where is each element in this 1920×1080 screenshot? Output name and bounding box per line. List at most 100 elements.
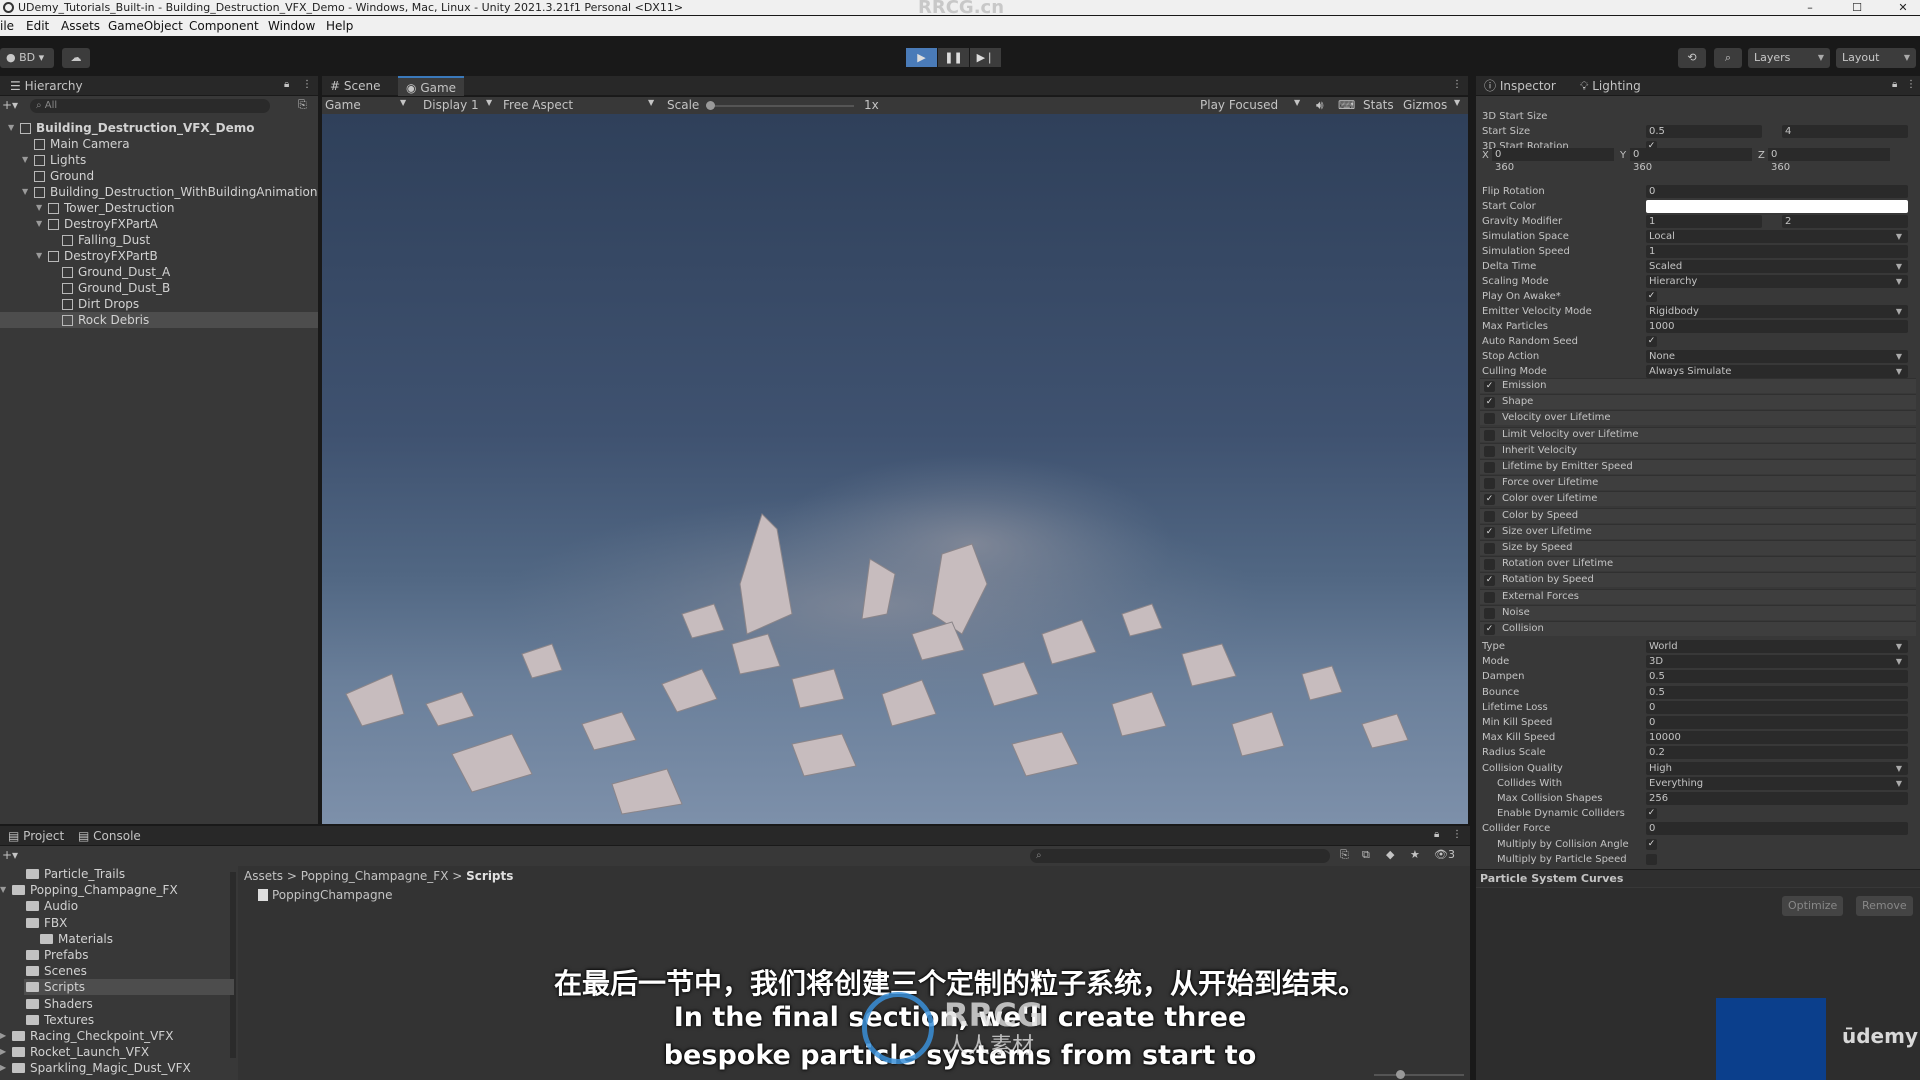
gizmos-button[interactable]: Gizmos [1403, 98, 1447, 112]
module-toggle-checkbox[interactable]: ✓ [1484, 575, 1495, 587]
rotation-z-field[interactable]: 0 [1768, 148, 1890, 161]
module-header[interactable]: ✓ Rotation by Speed [1480, 572, 1916, 588]
module-toggle-checkbox[interactable] [1484, 413, 1495, 425]
more-icon[interactable]: ⋮ [1452, 79, 1462, 90]
menu-gameobject[interactable]: GameObject [108, 19, 183, 33]
hierarchy-item[interactable]: ▼ DestroyFXPartA [0, 216, 318, 232]
tab-hierarchy[interactable]: ☰ Hierarchy [2, 76, 91, 96]
field-value[interactable]: None ▼ [1646, 350, 1908, 363]
expand-arrow-icon[interactable]: ▶ [0, 1028, 6, 1044]
search-icon[interactable]: ⌕ [1714, 48, 1742, 68]
field-checkbox[interactable]: ✓ [1646, 291, 1657, 302]
game-mode-dropdown[interactable]: Game [325, 98, 361, 112]
module-header[interactable]: Inherit Velocity [1480, 442, 1916, 458]
lock-icon[interactable]: 🔒︎ [1892, 79, 1897, 90]
field-checkbox[interactable]: ✓ [1646, 808, 1657, 820]
breadcrumb-popping-champagne[interactable]: Popping_Champagne_FX [301, 869, 449, 883]
rotation-x-field[interactable]: 0 [1492, 148, 1614, 161]
project-folder[interactable]: Prefabs [24, 947, 234, 963]
project-folder[interactable]: FBX [24, 915, 234, 931]
project-search-input[interactable]: ⌕ [1030, 849, 1330, 863]
breadcrumb-scripts[interactable]: Scripts [466, 869, 513, 883]
step-icon[interactable]: ▶❘ [970, 48, 1001, 67]
expand-arrow-icon[interactable]: ▼ [8, 120, 14, 136]
rotation-y-field[interactable]: 0 [1630, 148, 1752, 161]
menu-file[interactable]: ile [0, 19, 14, 33]
menu-assets[interactable]: Assets [61, 19, 100, 33]
project-folder[interactable]: ▼ Popping_Champagne_FX [0, 882, 220, 898]
field-value[interactable]: Scaled ▼ [1646, 260, 1908, 273]
module-header[interactable]: ✓ Shape [1480, 394, 1916, 410]
module-toggle-checkbox[interactable]: ✓ [1484, 381, 1495, 392]
module-header[interactable]: ✓ Emission [1480, 378, 1916, 393]
field-value[interactable]: 10000 [1646, 731, 1908, 745]
field-value[interactable]: 1 [1646, 215, 1762, 228]
tab-console[interactable]: ▤ Console [70, 826, 149, 846]
tab-lighting[interactable]: 💡︎ Lighting [1572, 76, 1649, 96]
pause-icon[interactable]: ❚❚ [938, 48, 969, 67]
add-icon[interactable]: +▾ [2, 848, 18, 862]
module-toggle-checkbox[interactable]: ✓ [1484, 397, 1495, 409]
history-icon[interactable]: ⟲ [1678, 48, 1706, 68]
module-toggle-checkbox[interactable] [1484, 478, 1495, 490]
color-field[interactable] [1646, 200, 1908, 213]
hierarchy-item[interactable]: ▼ Building_Destruction_WithBuildingAnimat… [0, 184, 318, 200]
module-toggle-checkbox[interactable] [1484, 462, 1495, 473]
project-folder[interactable]: Shaders [24, 996, 234, 1012]
field-value[interactable]: 256 [1646, 792, 1908, 805]
scale-slider[interactable] [706, 105, 854, 107]
expand-arrow-icon[interactable]: ▼ [36, 200, 42, 216]
star-icon[interactable]: ★ [1410, 848, 1420, 861]
keyboard-icon[interactable]: ⌨ [1338, 98, 1355, 112]
module-toggle-checkbox[interactable]: ✓ [1484, 624, 1495, 635]
field-checkbox[interactable]: ✓ [1646, 336, 1657, 347]
display-dropdown[interactable]: Display 1 [423, 98, 479, 112]
field-value[interactable]: 0 [1646, 700, 1908, 714]
module-header[interactable]: ✓ Collision [1480, 621, 1916, 636]
menu-help[interactable]: Help [326, 19, 353, 33]
menu-component[interactable]: Component [189, 19, 259, 33]
module-toggle-checkbox[interactable] [1484, 429, 1495, 441]
field-value[interactable]: 0.5 [1646, 125, 1762, 138]
tab-scene[interactable]: # Scene [322, 76, 388, 96]
hierarchy-item[interactable]: Main Camera [0, 136, 318, 152]
project-folder[interactable]: Textures [24, 1012, 234, 1028]
module-header[interactable]: Size by Speed [1480, 540, 1916, 555]
expand-arrow-icon[interactable]: ▼ [22, 184, 28, 200]
field-value[interactable]: 0.5 [1646, 670, 1908, 684]
field-value[interactable]: 0 [1646, 185, 1908, 198]
module-header[interactable]: Noise [1480, 604, 1916, 620]
rotation-z-max-field[interactable]: 360 [1768, 161, 1890, 174]
scale-slider-handle[interactable] [706, 101, 715, 110]
project-folder[interactable]: Scenes [24, 963, 234, 979]
hierarchy-search-input[interactable]: ⌕ All [30, 99, 270, 113]
tab-inspector[interactable]: ⓘ Inspector [1476, 76, 1564, 96]
game-viewport[interactable] [322, 114, 1468, 824]
tab-project[interactable]: ▤ Project [0, 826, 72, 846]
project-folder[interactable]: Audio [24, 898, 234, 914]
lock-icon[interactable]: 🔒︎ [284, 79, 289, 90]
hierarchy-item[interactable]: Dirt Drops [0, 296, 318, 312]
hierarchy-item[interactable]: Ground [0, 168, 318, 184]
expand-arrow-icon[interactable]: ▼ [36, 248, 42, 264]
script-file[interactable]: PoppingChampagne [258, 888, 393, 902]
scene-icon[interactable]: ⎘ [298, 98, 307, 112]
module-header[interactable]: ✓ Color over Lifetime [1480, 491, 1916, 507]
play-focused-dropdown[interactable]: Play Focused [1200, 98, 1278, 112]
curves-header[interactable]: Particle System Curves [1476, 869, 1920, 887]
module-toggle-checkbox[interactable] [1484, 445, 1495, 457]
field-value[interactable]: Hierarchy ▼ [1646, 275, 1908, 288]
expand-arrow-icon[interactable]: ▼ [36, 216, 42, 232]
breadcrumb-assets[interactable]: Assets [244, 869, 283, 883]
field-value-max[interactable]: 2 [1782, 215, 1908, 228]
module-toggle-checkbox[interactable] [1484, 543, 1495, 554]
menu-window[interactable]: Window [268, 19, 315, 33]
minimize-button[interactable]: – [1793, 0, 1827, 15]
project-folder[interactable]: Scripts [24, 979, 234, 996]
rotation-x-max-field[interactable]: 360 [1492, 161, 1614, 174]
remove-button[interactable]: Remove [1856, 896, 1913, 916]
module-header[interactable]: ✓ Size over Lifetime [1480, 523, 1916, 539]
module-toggle-checkbox[interactable] [1484, 607, 1495, 619]
field-value[interactable]: 1 [1646, 245, 1908, 258]
module-header[interactable]: Limit Velocity over Lifetime [1480, 426, 1916, 442]
